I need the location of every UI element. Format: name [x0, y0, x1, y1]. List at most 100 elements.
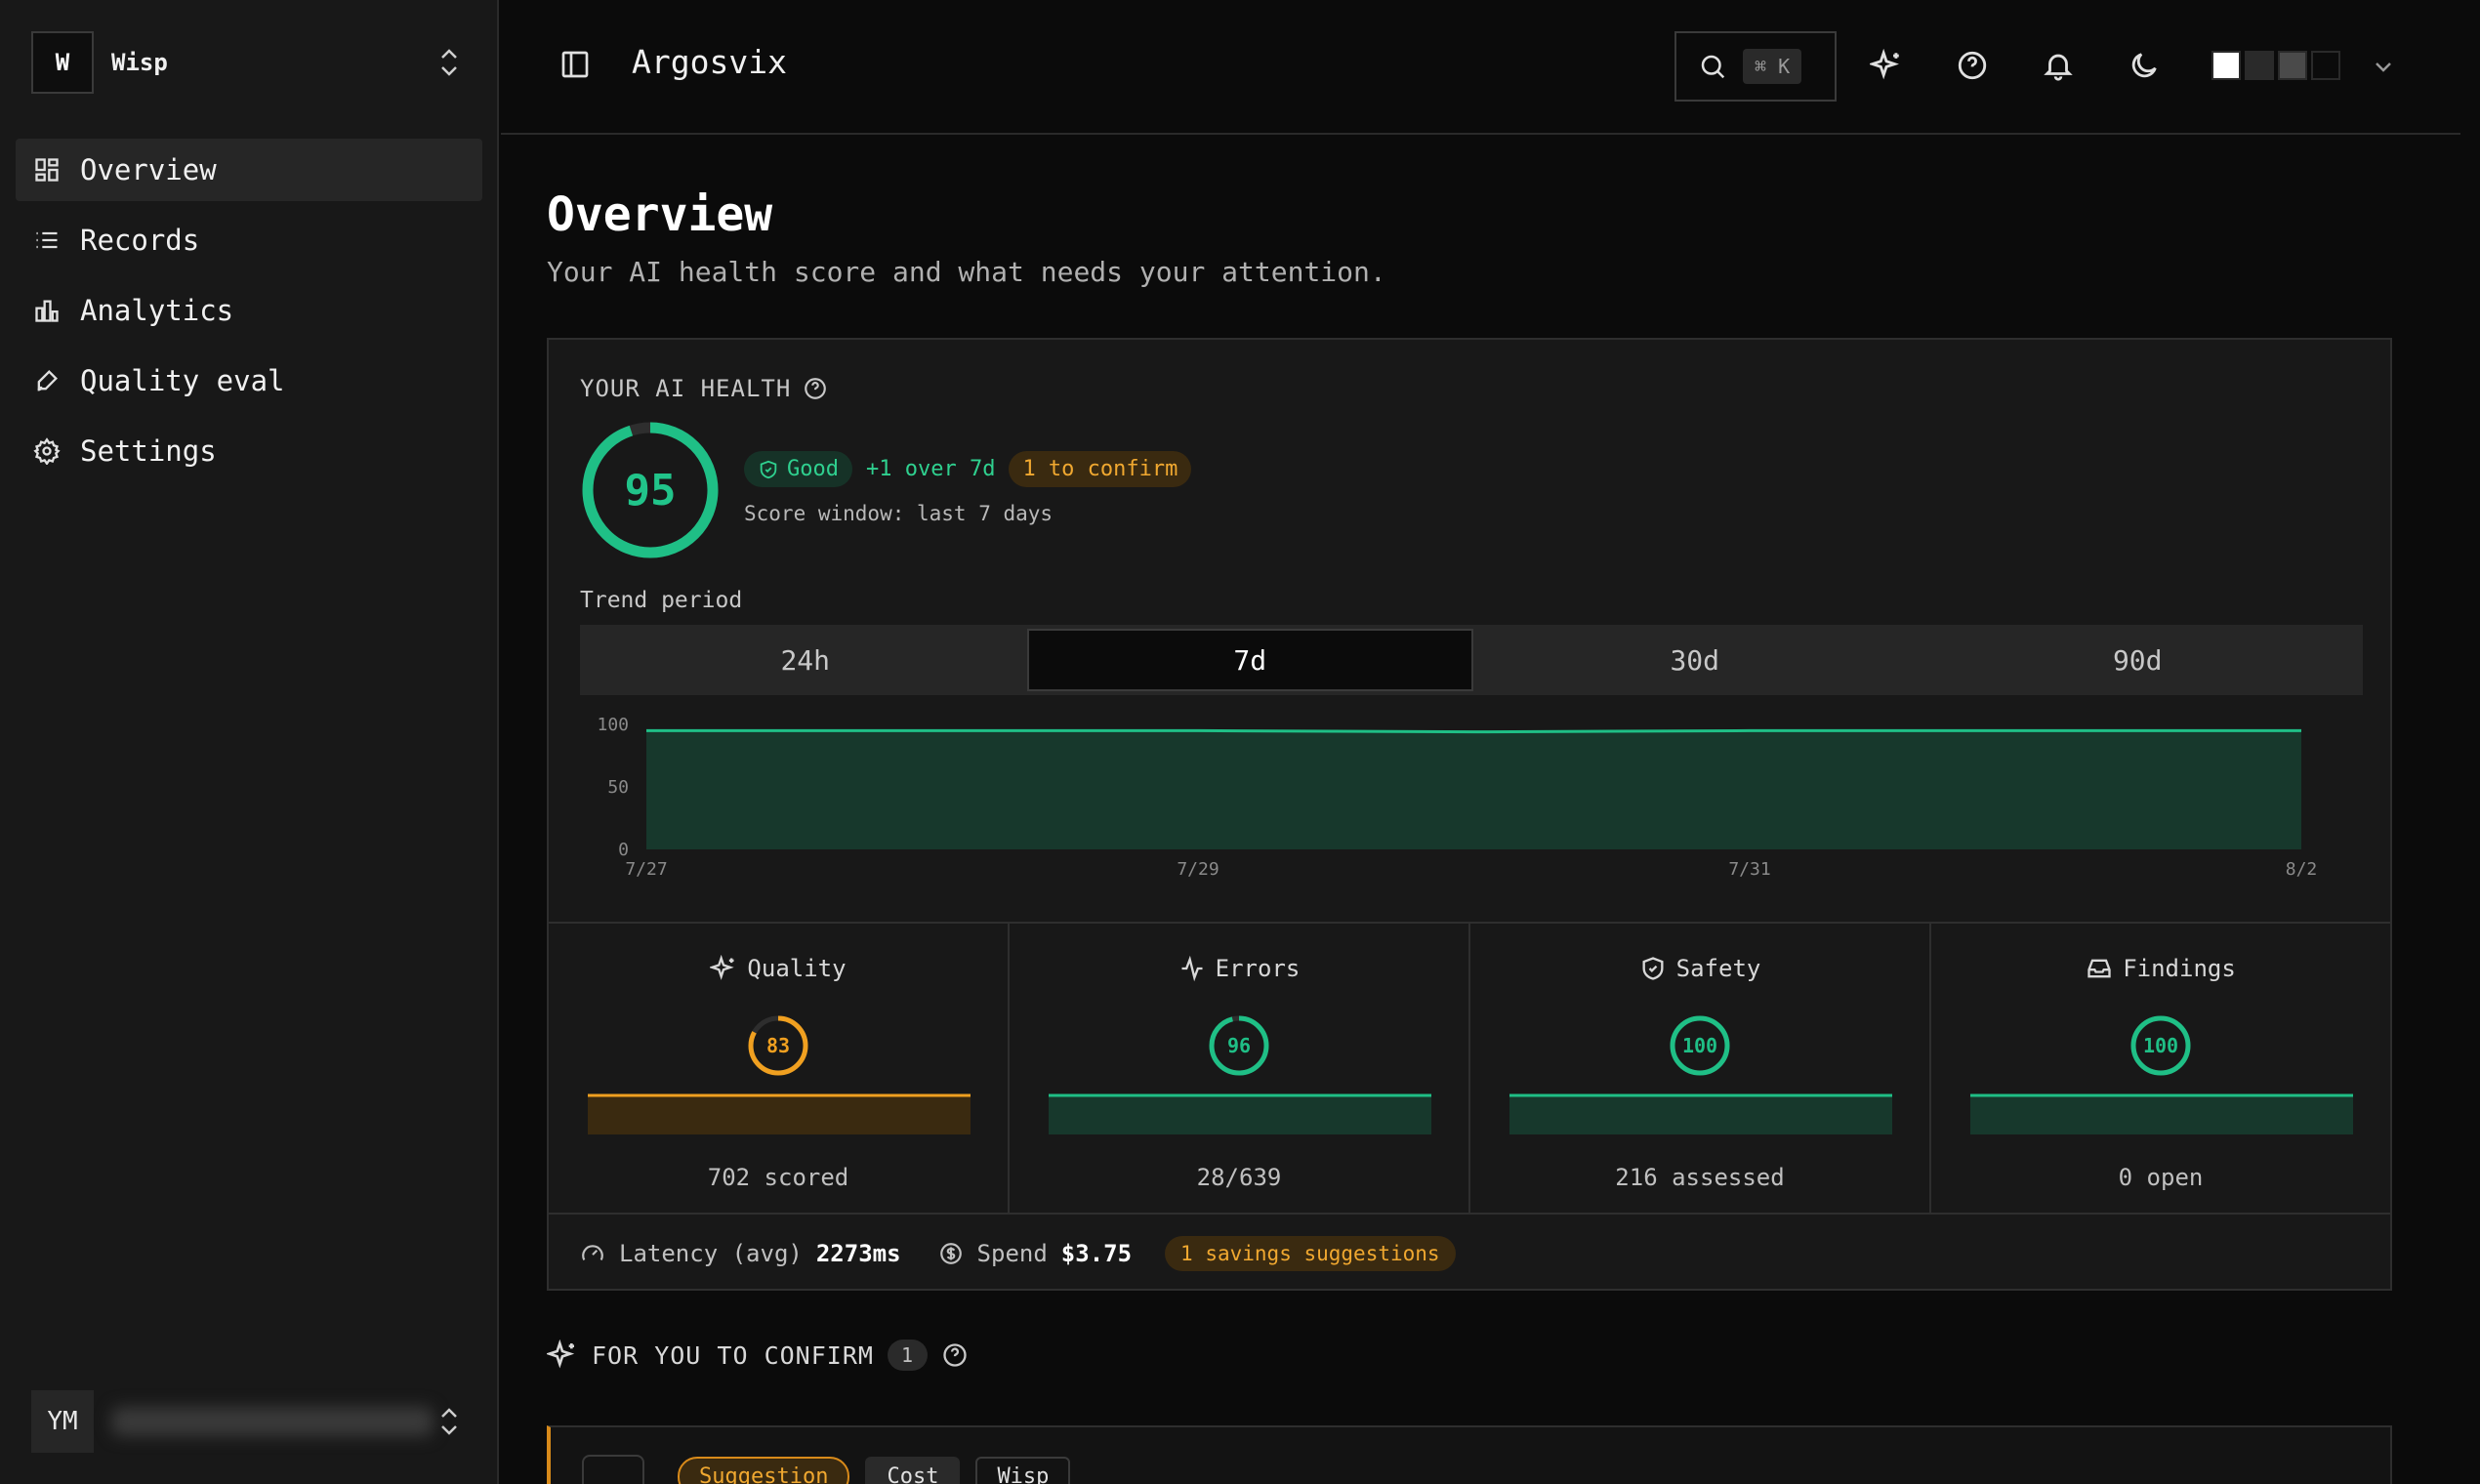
metric-errors[interactable]: Errors 96 28/639 [1010, 924, 1470, 1213]
sidebar-item-quality-eval[interactable]: Quality eval [16, 350, 482, 412]
trend-area [646, 730, 2301, 849]
suggestion-card[interactable]: Suggestion Cost Wisp [547, 1425, 2392, 1484]
metric-value: 96 [1226, 1034, 1252, 1057]
metric-value: 100 [2142, 1034, 2179, 1057]
trend-line [646, 728, 2301, 734]
search-icon [1701, 55, 1725, 79]
tab-30d[interactable]: 30d [1473, 629, 1917, 691]
health-label: YOUR AI HEALTH [580, 375, 828, 402]
sidebar-toggle-icon[interactable] [559, 49, 591, 80]
metric-quality[interactable]: Quality 83 702 scored [549, 924, 1010, 1213]
shield-icon [1642, 957, 1664, 980]
gauge-icon [582, 1245, 603, 1260]
score-window: Score window: last 7 days [744, 502, 1054, 525]
help-icon[interactable] [941, 1341, 969, 1369]
app-title: Argosvix [632, 43, 787, 81]
tab-90d[interactable]: 90d [1917, 629, 2360, 691]
tab-7d[interactable]: 7d [1026, 629, 1473, 691]
user-email-blurred [111, 1407, 434, 1436]
metric-title: Errors [1010, 955, 1468, 982]
x-tick-label: 7/31 [1728, 859, 1770, 880]
bar-chart-icon [35, 300, 59, 322]
theme-swatch[interactable] [2245, 51, 2274, 80]
metric-findings[interactable]: Findings 100 0 open [1931, 924, 2390, 1213]
workspace-switcher[interactable]: W Wisp [31, 31, 465, 94]
sidebar-nav: Overview Records Analytics Quality eval … [16, 139, 482, 490]
metric-footer: 702 scored [707, 1164, 849, 1191]
sidebar-item-analytics[interactable]: Analytics [16, 279, 482, 342]
metric-sparkline [1049, 1093, 1431, 1134]
health-score: 95 [624, 465, 677, 515]
latency-value: 2273ms [815, 1240, 901, 1267]
metric-title-label: Findings [2123, 955, 2236, 982]
sparkline-area [1049, 1095, 1431, 1134]
metric-title: Safety [1470, 955, 1929, 982]
health-badges: Good +1 over 7d 1 to confirm [744, 451, 1192, 487]
confirm-count: 1 [887, 1340, 928, 1371]
savings-badge[interactable]: 1 savings suggestions [1165, 1236, 1456, 1271]
tab-24h[interactable]: 24h [584, 629, 1027, 691]
chevron-up-down-icon [434, 43, 465, 82]
theme-swatches[interactable] [2211, 51, 2340, 80]
metric-footer: 0 open [2118, 1164, 2204, 1191]
theme-swatch[interactable] [2278, 51, 2307, 80]
page-subtitle: Your AI health score and what needs your… [547, 256, 1386, 288]
health-label-text: YOUR AI HEALTH [580, 375, 792, 402]
help-icon[interactable] [803, 376, 828, 401]
sparkline-area [1509, 1095, 1892, 1134]
page-title: Overview [547, 187, 773, 242]
spend-label: Spend [976, 1240, 1048, 1267]
y-tick-label: 50 [607, 777, 629, 798]
search-button[interactable]: ⌘ K [1674, 31, 1837, 102]
sidebar-item-label: Quality eval [80, 364, 285, 397]
confirm-section-title: FOR YOU TO CONFIRM [592, 1340, 874, 1370]
suggestion-tags: Suggestion Cost Wisp [678, 1457, 1071, 1484]
cost-footer: Latency (avg) 2273ms Spend $3.75 1 savin… [580, 1236, 1456, 1271]
inbox-icon [2087, 959, 2111, 978]
list-icon [36, 231, 58, 249]
dashboard-icon [35, 158, 59, 182]
theme-swatch[interactable] [2311, 51, 2340, 80]
sidebar-item-settings[interactable]: Settings [16, 420, 482, 482]
bell-icon[interactable] [2042, 49, 2075, 82]
sidebar-item-label: Records [80, 224, 200, 257]
metric-footer: 216 assessed [1615, 1164, 1785, 1191]
sparkle-icon[interactable] [1868, 48, 1903, 82]
x-tick-label: 8/2 [2286, 859, 2318, 880]
top-header: Argosvix ⌘ K [501, 0, 2460, 135]
score-delta: +1 over 7d [865, 457, 996, 481]
theme-swatch[interactable] [2211, 51, 2241, 80]
metric-title-label: Safety [1675, 955, 1761, 982]
metrics-row: Quality 83 702 scored Errors 96 28/639 S… [549, 922, 2390, 1215]
metric-value: 83 [765, 1034, 791, 1057]
search-shortcut: ⌘ K [1743, 49, 1802, 84]
trend-period-tabs: 24h 7d 30d 90d [580, 625, 2363, 695]
tag-cost: Cost [865, 1457, 961, 1484]
sparkline-area [1970, 1095, 2353, 1134]
sidebar-item-label: Settings [80, 434, 217, 468]
confirm-badge[interactable]: 1 to confirm [1009, 451, 1192, 487]
workspace-logo: W [31, 31, 94, 94]
latency-label: Latency (avg) [619, 1240, 803, 1267]
sidebar-item-records[interactable]: Records [16, 209, 482, 271]
metric-sparkline [588, 1093, 971, 1134]
workspace-name: Wisp [111, 49, 168, 76]
sidebar-item-overview[interactable]: Overview [16, 139, 482, 201]
shield-check-icon [760, 460, 777, 478]
sidebar-item-label: Analytics [80, 294, 234, 327]
metric-safety[interactable]: Safety 100 216 assessed [1470, 924, 1931, 1213]
metric-title-label: Quality [747, 955, 847, 982]
user-menu[interactable]: YM [31, 1390, 465, 1453]
help-icon[interactable] [1956, 49, 1989, 82]
tag-workspace: Wisp [975, 1457, 1071, 1484]
moon-icon[interactable] [2128, 49, 2161, 82]
chevron-up-down-icon [434, 1402, 465, 1441]
brush-icon [37, 370, 58, 392]
dollar-icon [939, 1243, 962, 1264]
confirm-section-header: FOR YOU TO CONFIRM 1 [547, 1340, 969, 1371]
metric-title-label: Errors [1215, 955, 1301, 982]
gear-icon [33, 437, 61, 465]
y-tick-label: 100 [597, 715, 629, 735]
sparkle-icon [710, 955, 735, 980]
chevron-down-icon[interactable] [2372, 55, 2405, 88]
